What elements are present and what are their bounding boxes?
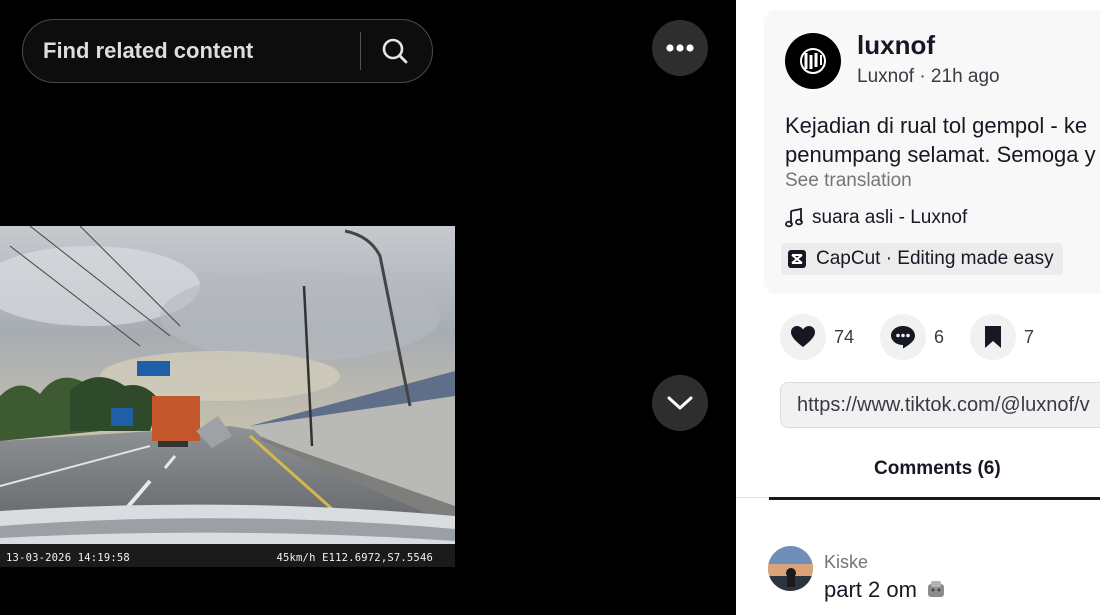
capcut-label: CapCut · Editing made easy xyxy=(816,248,1054,269)
osd-datetime: 13-03-2026 14:19:58 xyxy=(6,552,130,564)
search-divider xyxy=(360,32,361,70)
tab-active-underline xyxy=(769,497,1100,500)
music-note-icon xyxy=(785,208,803,228)
comment-text: part 2 om xyxy=(824,577,947,603)
music-label: suara asli - Luxnof xyxy=(812,207,968,228)
see-translation-link[interactable]: See translation xyxy=(785,170,912,192)
copy-link-field[interactable]: https://www.tiktok.com/@luxnof/v xyxy=(780,382,1100,428)
search-input[interactable] xyxy=(43,20,363,81)
more-horizontal-icon xyxy=(666,44,694,52)
save-icon-wrap xyxy=(970,314,1017,360)
capcut-logo-icon xyxy=(788,250,806,268)
comment-icon xyxy=(891,326,916,349)
commenter-name[interactable]: Kiske xyxy=(824,552,868,573)
bookmark-icon xyxy=(985,326,1002,348)
capcut-anchor[interactable]: CapCut · Editing made easy xyxy=(781,243,1063,275)
like-button[interactable]: 74 xyxy=(780,314,854,360)
tab-comments-label: Comments (6) xyxy=(874,458,1001,479)
app-root: 13-03-2026 14:19:58 45km/h E112.6972,S7.… xyxy=(0,0,1100,615)
tab-bar: Comments (6) xyxy=(736,440,1100,500)
search-icon xyxy=(382,38,408,64)
avatar-image xyxy=(768,546,813,591)
heart-icon xyxy=(791,326,815,347)
osd-gps: 45km/h E112.6972,S7.5546 xyxy=(276,552,433,564)
music-link[interactable]: suara asli - Luxnof xyxy=(785,207,967,229)
commenter-avatar[interactable] xyxy=(768,546,813,591)
details-panel: luxnof Luxnof · 21h ago Kejadian di rual… xyxy=(736,0,1100,615)
author-username[interactable]: luxnof xyxy=(857,30,935,61)
dashcam-scene xyxy=(0,226,455,567)
like-count: 74 xyxy=(834,326,855,347)
save-button[interactable]: 7 xyxy=(970,314,1034,360)
search-box xyxy=(22,19,433,83)
chevron-down-icon xyxy=(667,396,693,410)
video-pane: 13-03-2026 14:19:58 45km/h E112.6972,S7.… xyxy=(0,0,736,615)
comment-count: 6 xyxy=(934,326,945,347)
post-description: Kejadian di rual tol gempol - ke penumpa… xyxy=(785,111,1096,169)
comment-text-value: part 2 om xyxy=(824,577,917,602)
comment-button[interactable]: 6 xyxy=(880,314,944,360)
comment-icon-wrap xyxy=(880,314,927,360)
like-icon-wrap xyxy=(780,314,826,360)
description-line-1: Kejadian di rual tol gempol - ke xyxy=(785,113,1088,138)
post-meta: Luxnof · 21h ago xyxy=(857,66,1000,87)
tab-comments[interactable]: Comments (6) xyxy=(769,440,1100,500)
search-button[interactable] xyxy=(373,30,417,72)
luxnof-logo-icon xyxy=(800,48,826,74)
action-bar: 74 6 7 xyxy=(780,314,1060,360)
save-count: 7 xyxy=(1024,326,1035,347)
next-video-button[interactable] xyxy=(652,375,708,431)
author-avatar[interactable] xyxy=(785,33,841,89)
post-card: luxnof Luxnof · 21h ago Kejadian di rual… xyxy=(764,10,1100,294)
video-player[interactable]: 13-03-2026 14:19:58 45km/h E112.6972,S7.… xyxy=(0,226,455,567)
sticker-emoji-icon xyxy=(927,581,944,597)
comment-item: Kiske part 2 om xyxy=(768,546,1098,615)
more-options-button[interactable] xyxy=(652,20,708,76)
description-line-2: penumpang selamat. Semoga y xyxy=(785,142,1096,167)
